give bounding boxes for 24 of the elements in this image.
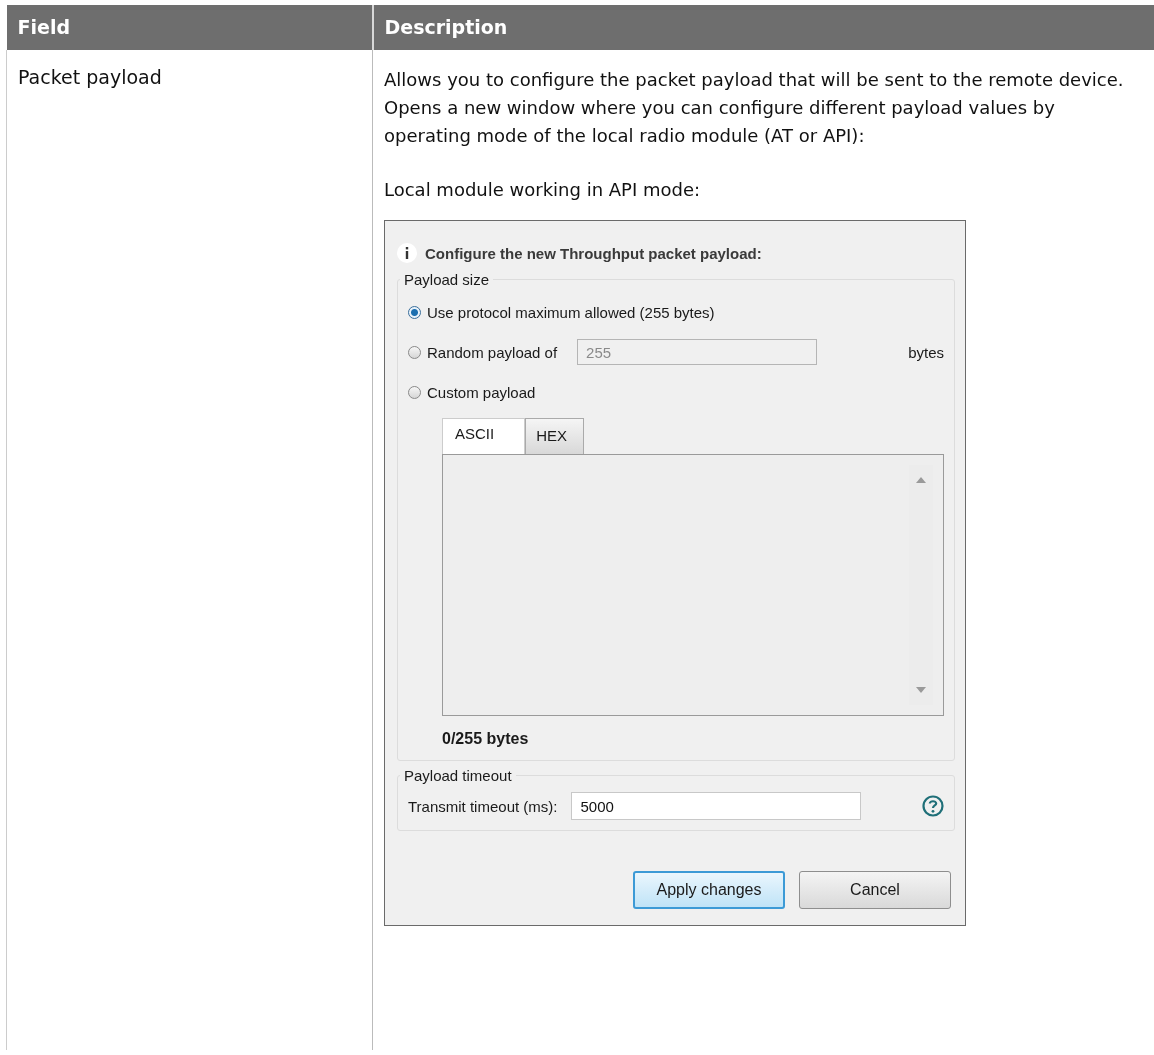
radio-label[interactable]: Use protocol maximum allowed (255 bytes) — [427, 303, 715, 321]
caption-text: Local module working in API mode: — [384, 178, 702, 202]
info-icon — [397, 243, 417, 263]
scroll-down-icon[interactable] — [916, 687, 926, 693]
timeout-input[interactable]: 5000 — [571, 792, 862, 820]
column-header: Field — [6, 5, 373, 50]
radio-button[interactable] — [408, 305, 421, 319]
field-label: Transmit timeout (ms): — [408, 797, 558, 815]
radio-label[interactable]: Custom payload — [427, 383, 536, 401]
field-name: Packet payload — [18, 66, 162, 88]
column-header: Description — [372, 5, 1154, 50]
scroll-up-icon[interactable] — [916, 477, 926, 483]
dialog-button[interactable]: Cancel — [799, 871, 951, 909]
dialog-button[interactable]: Apply changes — [633, 871, 785, 909]
description-text: Allows you to configure the packet payload that will be sent to the remote device. Opens a new window where you can configure different payload values by operating mode of the local radio module (AT or API): — [384, 68, 1125, 148]
group-legend: Payload timeout — [400, 767, 516, 784]
tab[interactable]: HEX — [525, 418, 585, 454]
unit-label: bytes — [908, 343, 944, 361]
dialog-heading: Configure the new Throughput packet payload: — [425, 244, 762, 262]
help-icon[interactable] — [922, 795, 944, 817]
byte-counter: 0/255 bytes — [442, 730, 530, 748]
radio-button[interactable] — [408, 385, 421, 399]
group-legend: Payload size — [400, 271, 494, 288]
tab[interactable]: ASCII — [442, 418, 526, 454]
